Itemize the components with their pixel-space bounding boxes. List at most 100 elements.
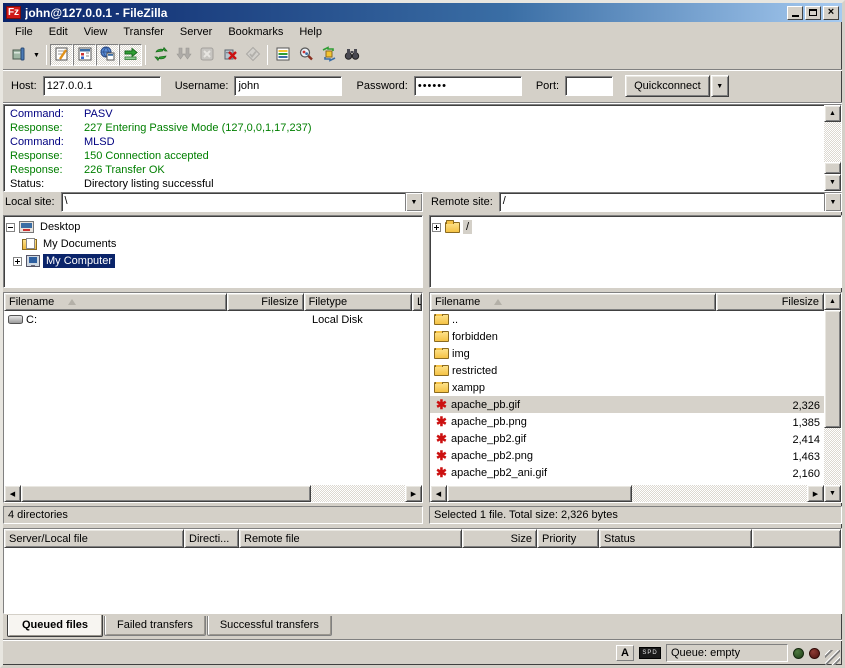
quickconnect-dropdown[interactable]: ▼ [711,75,729,97]
scroll-left-icon[interactable]: ◀ [4,485,21,502]
cancel-icon [199,46,215,65]
refresh-button[interactable] [149,44,172,66]
column-filetype[interactable]: Filetype [304,293,412,311]
minimize-button[interactable] [787,6,803,20]
menu-server[interactable]: Server [172,24,220,40]
directory-comparison-button[interactable] [294,44,317,66]
minimize-icon [792,15,799,17]
scroll-left-icon[interactable]: ◀ [430,485,447,502]
scrollbar-thumb[interactable] [447,485,632,502]
menu-help[interactable]: Help [291,24,330,40]
tree-item-my-computer[interactable]: My Computer [6,253,420,270]
log-vertical-scrollbar[interactable]: ▲ ▼ [824,105,841,191]
toggle-local-tree-button[interactable] [73,44,96,66]
local-list-header: Filename Filesize Filetype L [4,293,422,311]
file-row[interactable]: xampp [430,379,824,396]
file-row[interactable]: img [430,345,824,362]
tab-queued-files[interactable]: Queued files [7,615,103,637]
directory-filter-button[interactable] [271,44,294,66]
column-server-local-file[interactable]: Server/Local file [4,529,184,548]
local-horizontal-scrollbar[interactable]: ◀ ▶ [4,485,422,502]
username-input[interactable] [234,76,342,96]
column-filesize[interactable]: Filesize [227,293,304,311]
file-row[interactable]: ✱apache_pb2_ani.gif2,160 [430,464,824,481]
file-row[interactable]: C: Local Disk [4,311,422,328]
chevron-down-icon[interactable]: ▼ [824,193,841,211]
find-files-button[interactable] [340,44,363,66]
column-filename[interactable]: Filename [4,293,227,311]
remote-list-header: Filename Filesize [430,293,824,311]
synchronized-browsing-button[interactable] [317,44,340,66]
drive-icon [8,315,23,324]
tree-item-root[interactable]: / [432,219,839,236]
file-row[interactable]: ✱apache_pb2.png1,463 [430,447,824,464]
abort-button[interactable] [241,44,264,66]
expand-icon[interactable] [13,257,22,266]
scroll-up-icon[interactable]: ▲ [824,293,841,310]
image-file-icon: ✱ [434,398,449,411]
remote-horizontal-scrollbar[interactable]: ◀ ▶ [430,485,824,502]
remote-site-combo[interactable]: / ▼ [499,192,842,212]
scroll-down-icon[interactable]: ▼ [824,485,841,502]
tree-item-my-documents[interactable]: My Documents [6,236,420,253]
column-filename[interactable]: Filename [430,293,716,311]
toggle-remote-tree-button[interactable] [96,44,119,66]
host-input[interactable] [43,76,161,96]
process-queue-icon [176,46,192,65]
file-row[interactable]: .. [430,311,824,328]
disconnect-icon [222,46,238,65]
remote-vertical-scrollbar[interactable]: ▲ ▼ [824,293,841,502]
scroll-right-icon[interactable]: ▶ [807,485,824,502]
column-status[interactable]: Status [599,529,752,548]
speed-limit-indicator-icon[interactable]: SPD [639,647,661,659]
close-button[interactable]: × [823,6,839,20]
menu-view[interactable]: View [76,24,116,40]
disconnect-button[interactable] [218,44,241,66]
column-filesize[interactable]: Filesize [716,293,824,311]
menu-edit[interactable]: Edit [41,24,76,40]
quickconnect-button[interactable]: Quickconnect [625,75,710,97]
port-input[interactable] [565,76,613,96]
collapse-icon[interactable] [6,223,15,232]
column-size[interactable]: Size [462,529,537,548]
menu-bookmarks[interactable]: Bookmarks [220,24,291,40]
resize-grip[interactable] [825,650,840,665]
column-last-modified[interactable]: L [412,293,422,311]
image-file-icon: ✱ [434,466,449,479]
file-row[interactable]: ✱apache_pb.png1,385 [430,413,824,430]
column-priority[interactable]: Priority [537,529,599,548]
process-queue-button[interactable] [172,44,195,66]
log-label: Status: [10,177,84,191]
toggle-transfer-queue-button[interactable] [119,44,142,66]
cancel-operation-button[interactable] [195,44,218,66]
file-row[interactable]: forbidden [430,328,824,345]
toggle-message-log-button[interactable] [50,44,73,66]
data-type-indicator-icon[interactable]: A [616,645,634,661]
scrollbar-thumb[interactable] [21,485,311,502]
menubar: File Edit View Transfer Server Bookmarks… [3,22,842,41]
site-manager-button[interactable] [7,44,30,66]
column-direction[interactable]: Directi... [184,529,239,548]
scrollbar-thumb[interactable] [824,162,841,174]
chevron-down-icon[interactable]: ▼ [405,193,422,211]
file-row-selected[interactable]: ✱apache_pb.gif2,326 [430,396,824,413]
password-input[interactable] [414,76,522,96]
file-row[interactable]: restricted [430,362,824,379]
column-remote-file[interactable]: Remote file [239,529,462,548]
scroll-down-icon[interactable]: ▼ [824,174,841,191]
browser-panels: Local site: \ ▼ Desktop My Documents [3,192,842,524]
scrollbar-thumb[interactable] [824,310,841,428]
tree-item-desktop[interactable]: Desktop [6,219,420,236]
toolbar: ▼ [3,41,842,70]
tab-failed-transfers[interactable]: Failed transfers [104,616,206,636]
local-site-combo[interactable]: \ ▼ [61,192,423,212]
tab-successful-transfers[interactable]: Successful transfers [207,616,332,636]
menu-transfer[interactable]: Transfer [115,24,172,40]
menu-file[interactable]: File [7,24,41,40]
maximize-button[interactable] [805,6,821,20]
file-row[interactable]: ✱apache_pb2.gif2,414 [430,430,824,447]
site-manager-dropdown[interactable]: ▼ [30,44,43,66]
scroll-up-icon[interactable]: ▲ [824,105,841,122]
expand-icon[interactable] [432,223,441,232]
scroll-right-icon[interactable]: ▶ [405,485,422,502]
